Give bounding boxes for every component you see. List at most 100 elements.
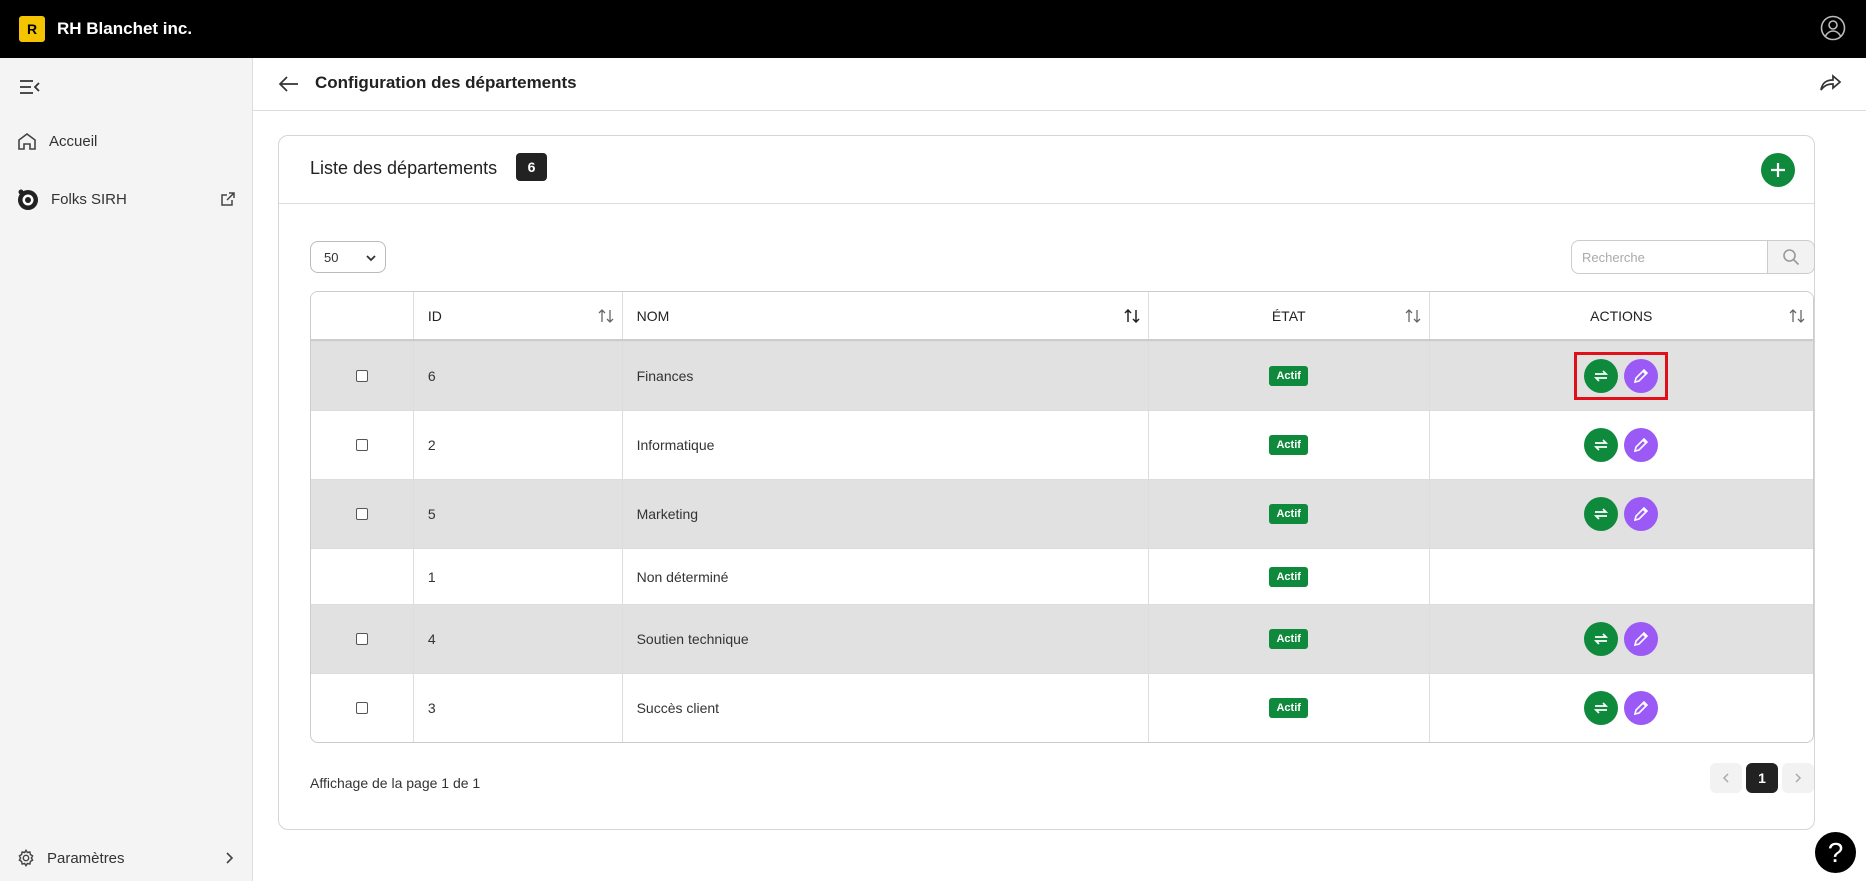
sort-icon[interactable] [1124, 309, 1140, 323]
column-header-id[interactable]: ID [414, 292, 623, 339]
id-cell: 1 [414, 549, 623, 604]
status-badge: Actif [1269, 366, 1308, 386]
app-title: RH Blanchet inc. [57, 19, 193, 38]
pagination: 1 [1706, 763, 1814, 793]
row-actions [1577, 424, 1665, 466]
name-cell: Succès client [623, 674, 1149, 742]
column-label: ID [427, 307, 442, 324]
count-badge: 6 [516, 153, 547, 181]
page-button-current[interactable]: 1 [1746, 763, 1778, 793]
sync-button[interactable] [1584, 497, 1619, 531]
status-cell: Actif [1149, 480, 1430, 548]
sync-icon [1594, 439, 1609, 451]
status-badge: Actif [1269, 629, 1308, 649]
column-header-nom[interactable]: NOM [623, 292, 1149, 339]
status-cell: Actif [1149, 605, 1430, 673]
column-label: ACTIONS [1590, 307, 1653, 324]
page-header: Configuration des départements [253, 58, 1866, 111]
row-checkbox[interactable] [355, 702, 368, 714]
sort-icon[interactable] [598, 309, 614, 323]
select-cell [311, 674, 414, 742]
search-group [1571, 240, 1815, 274]
status-badge: Actif [1269, 698, 1308, 718]
back-arrow-icon[interactable] [277, 72, 301, 96]
name-cell: Finances [623, 342, 1149, 410]
pencil-icon [1634, 631, 1649, 647]
row-checkbox[interactable] [355, 439, 368, 451]
table-row: 2 Informatique Actif [311, 410, 1813, 479]
status-cell: Actif [1149, 342, 1430, 410]
share-icon[interactable] [1818, 71, 1844, 97]
table-row: 6 Finances Actif [311, 341, 1813, 410]
pencil-icon [1634, 700, 1649, 716]
per-page-select[interactable]: 50 [310, 241, 386, 273]
collapse-sidebar-icon[interactable] [19, 78, 41, 96]
user-account-icon[interactable] [1820, 15, 1846, 41]
card-title: Liste des départements [310, 158, 498, 178]
status-badge: Actif [1269, 504, 1308, 524]
status-cell: Actif [1149, 674, 1430, 742]
select-cell [311, 480, 414, 548]
chevron-right-icon [226, 852, 234, 864]
column-header-etat[interactable]: ÉTAT [1149, 292, 1430, 339]
sort-icon[interactable] [1405, 309, 1421, 323]
next-page-button[interactable] [1782, 763, 1814, 793]
select-cell [311, 342, 414, 410]
row-actions [1577, 493, 1665, 535]
help-button[interactable]: ? [1813, 830, 1858, 875]
add-department-button[interactable] [1761, 153, 1795, 187]
sidebar: Accueil Folks SIRH Paramètres [0, 58, 253, 881]
sync-button[interactable] [1584, 428, 1619, 462]
table-row: 4 Soutien technique Actif [311, 604, 1813, 673]
id-cell: 4 [414, 605, 623, 673]
page-title: Configuration des départements [315, 73, 577, 92]
table-row: 1 Non déterminé Actif [311, 548, 1813, 604]
actions-cell [1430, 480, 1813, 548]
chevron-left-icon [1722, 773, 1729, 783]
column-label: ÉTAT [1271, 307, 1306, 324]
select-cell [311, 411, 414, 479]
prev-page-button[interactable] [1710, 763, 1742, 793]
chevron-down-icon [366, 255, 376, 262]
select-cell [311, 605, 414, 673]
sync-button[interactable] [1584, 622, 1619, 656]
external-link-icon[interactable] [220, 191, 236, 207]
column-label: NOM [636, 307, 670, 324]
pencil-icon [1634, 506, 1649, 522]
sort-icon[interactable] [1789, 309, 1805, 323]
edit-button[interactable] [1624, 497, 1659, 531]
status-cell: Actif [1149, 549, 1430, 604]
sync-button[interactable] [1584, 691, 1619, 725]
row-checkbox[interactable] [355, 508, 368, 520]
card-header: Liste des départements 6 [279, 136, 1814, 204]
table-row: 5 Marketing Actif [311, 479, 1813, 548]
name-cell: Soutien technique [623, 605, 1149, 673]
edit-button[interactable] [1624, 622, 1659, 656]
row-actions [1577, 687, 1665, 729]
row-checkbox[interactable] [355, 633, 368, 645]
chevron-right-icon [1795, 773, 1802, 783]
sidebar-item-label: Accueil [49, 132, 98, 150]
actions-cell [1430, 605, 1813, 673]
edit-button[interactable] [1624, 428, 1659, 462]
edit-button[interactable] [1624, 359, 1659, 393]
search-button[interactable] [1767, 240, 1815, 274]
gear-icon [18, 849, 34, 867]
sidebar-item-folks-sirh[interactable]: Folks SIRH [17, 187, 236, 211]
sidebar-item-parametres[interactable]: Paramètres [17, 846, 236, 870]
sync-icon [1594, 633, 1609, 645]
id-cell: 5 [414, 480, 623, 548]
per-page-value: 50 [324, 249, 339, 265]
column-header-actions[interactable]: ACTIONS [1430, 292, 1813, 339]
status-badge: Actif [1269, 435, 1308, 455]
folks-logo-icon [18, 189, 38, 210]
sync-button[interactable] [1584, 359, 1619, 393]
id-cell: 2 [414, 411, 623, 479]
actions-cell [1430, 674, 1813, 742]
sidebar-item-accueil[interactable]: Accueil [17, 129, 236, 153]
table-header: ID NOM ÉTAT ACTIONS [311, 292, 1813, 341]
id-cell: 3 [414, 674, 623, 742]
row-checkbox[interactable] [355, 370, 368, 382]
search-input[interactable] [1571, 240, 1768, 274]
edit-button[interactable] [1624, 691, 1659, 725]
